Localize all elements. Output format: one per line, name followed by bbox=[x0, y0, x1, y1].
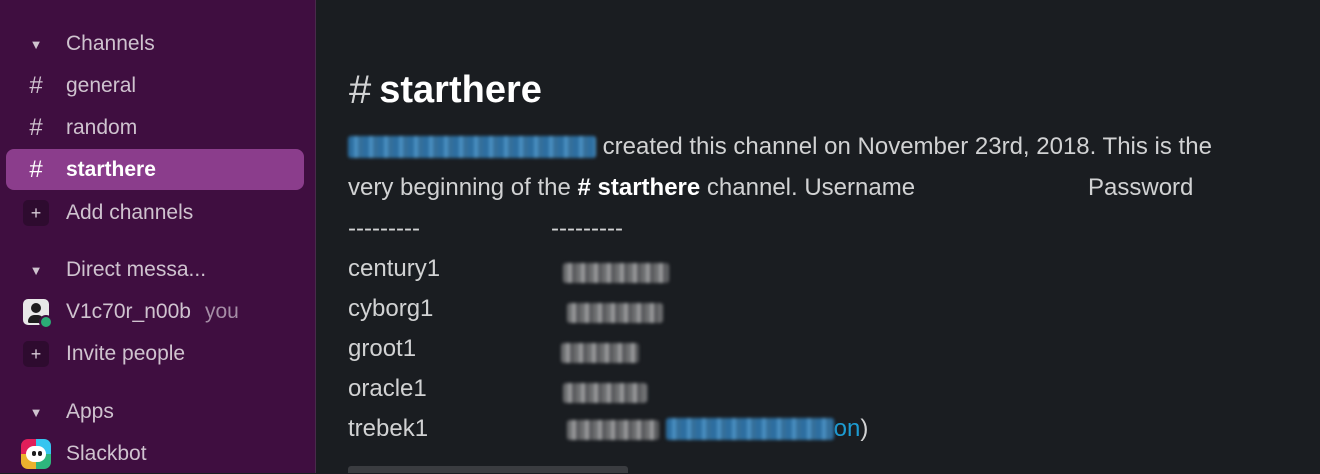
direct-messages-section-header[interactable]: ▼ Direct messa... bbox=[6, 250, 304, 290]
channel-name: starthere bbox=[379, 69, 542, 111]
sidebar-item-starthere[interactable]: # starthere bbox=[6, 149, 304, 190]
password-header: Password bbox=[1088, 174, 1194, 201]
redacted-password bbox=[567, 420, 659, 440]
plus-icon: + bbox=[6, 200, 66, 226]
channel-label: starthere bbox=[66, 157, 156, 181]
redacted-password bbox=[567, 298, 663, 326]
username-row: trebek1 bbox=[348, 415, 429, 442]
add-channels-label: Add channels bbox=[66, 201, 194, 224]
intro-very-text: very beginning of the bbox=[348, 174, 571, 201]
app-label: Slackbot bbox=[66, 442, 147, 465]
username-row: groot1 bbox=[348, 335, 417, 362]
redacted-password bbox=[561, 338, 639, 366]
edit-description-link-tail[interactable]: on bbox=[834, 415, 861, 442]
channels-header-label: Channels bbox=[66, 32, 155, 55]
channel-label: random bbox=[66, 116, 138, 139]
dm-header-label: Direct messa... bbox=[66, 258, 207, 281]
intro-line-1: created this channel on November 23rd, 2… bbox=[348, 133, 1212, 161]
caret-down-icon[interactable]: ▼ bbox=[6, 405, 66, 420]
avatar bbox=[6, 299, 66, 329]
slackbot-icon bbox=[6, 439, 66, 469]
username-row: oracle1 bbox=[348, 375, 427, 402]
channel-label: general bbox=[66, 74, 137, 97]
hash-icon: # bbox=[29, 72, 43, 99]
channel-mention-name: starthere bbox=[597, 174, 701, 201]
hash-icon: # bbox=[577, 174, 591, 201]
partial-button-offscreen[interactable] bbox=[348, 466, 628, 473]
sidebar-item-random[interactable]: # random bbox=[6, 108, 304, 148]
user-avatar-icon bbox=[23, 299, 53, 329]
username-row: cyborg1 bbox=[348, 295, 434, 322]
apps-header-label: Apps bbox=[66, 400, 114, 423]
sidebar-item-slackbot[interactable]: Slackbot bbox=[6, 434, 304, 474]
sidebar-item-dm-self[interactable]: V1c70r_n00b you bbox=[6, 292, 304, 332]
redacted-password bbox=[563, 378, 647, 406]
dm-user-label: V1c70r_n00b bbox=[66, 300, 191, 323]
presence-online-icon bbox=[39, 315, 53, 329]
username-divider: --------- bbox=[348, 215, 420, 242]
intro-tail-text: channel. Username bbox=[706, 174, 916, 201]
add-channels-button[interactable]: + Add channels bbox=[6, 193, 304, 233]
redacted-password bbox=[563, 258, 669, 286]
caret-down-icon[interactable]: ▼ bbox=[6, 37, 66, 52]
intro-created-text: created this channel on November 23rd, 2… bbox=[602, 133, 1212, 160]
redacted-creator-link[interactable] bbox=[348, 136, 596, 158]
hash-icon: # bbox=[349, 68, 372, 112]
intro-line-2: very beginning of the # starthere channe… bbox=[348, 174, 915, 202]
channels-section-header[interactable]: ▼ Channels bbox=[6, 24, 304, 64]
sidebar-item-general[interactable]: # general bbox=[6, 66, 304, 106]
plus-icon: + bbox=[6, 341, 66, 367]
hash-icon: # bbox=[29, 114, 43, 141]
channel-intro: # starthere created this channel on Nove… bbox=[317, 0, 1320, 473]
apps-section-header[interactable]: ▼ Apps bbox=[6, 392, 304, 432]
redacted-edit-description-link[interactable] bbox=[665, 418, 834, 440]
invite-people-label: Invite people bbox=[66, 342, 186, 365]
username-row: century1 bbox=[348, 255, 441, 282]
you-label: you bbox=[204, 300, 239, 323]
password-divider: --------- bbox=[551, 215, 623, 242]
caret-down-icon[interactable]: ▼ bbox=[6, 263, 66, 278]
invite-people-button[interactable]: + Invite people bbox=[6, 334, 304, 374]
hash-icon: # bbox=[29, 155, 43, 183]
last-password-row: on) bbox=[567, 415, 868, 443]
sidebar: ▼ Channels # general # random # starther… bbox=[0, 0, 316, 473]
close-paren: ) bbox=[860, 415, 869, 442]
channel-title: # starthere bbox=[349, 68, 542, 113]
channel-mention[interactable]: # starthere bbox=[578, 174, 701, 201]
